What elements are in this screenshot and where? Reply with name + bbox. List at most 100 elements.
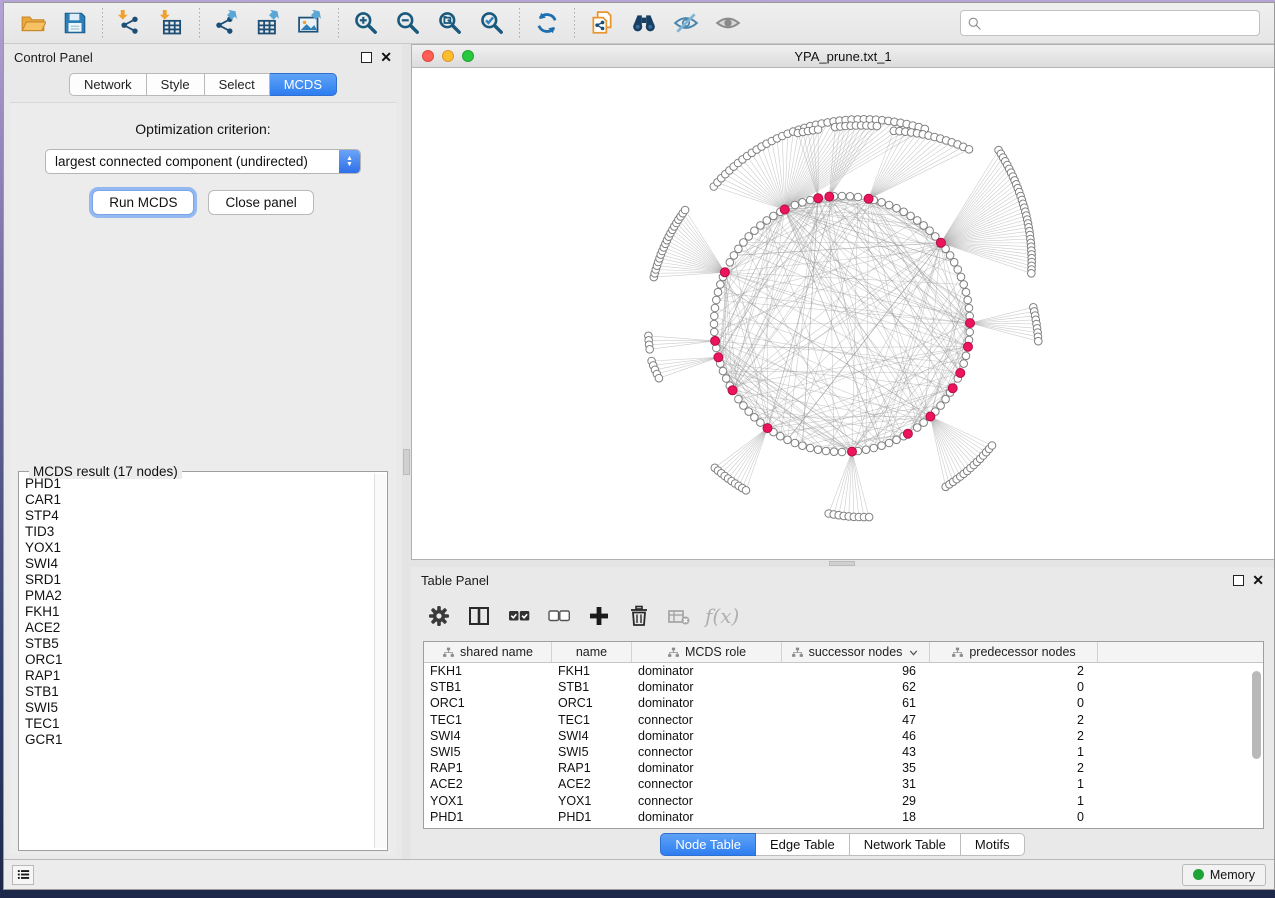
ring-node[interactable] — [791, 439, 799, 447]
import-network-button[interactable] — [113, 8, 147, 38]
result-node[interactable]: SWI4 — [25, 556, 373, 572]
chevron-down-icon[interactable] — [907, 646, 920, 659]
ring-node[interactable] — [799, 199, 807, 207]
result-node[interactable]: STB5 — [25, 636, 373, 652]
save-button[interactable] — [58, 8, 92, 38]
tab-select[interactable]: Select — [205, 73, 270, 96]
leaf-node[interactable] — [646, 346, 654, 354]
mcds-hub-node[interactable] — [728, 386, 737, 395]
network-titlebar[interactable]: YPA_prune.txt_1 — [412, 45, 1274, 68]
mcds-hub-node[interactable] — [814, 194, 823, 203]
gear-button[interactable] — [421, 599, 457, 633]
result-node[interactable]: RAP1 — [25, 668, 373, 684]
close-panel-button[interactable]: ✕ — [380, 52, 392, 63]
tab-node-table[interactable]: Node Table — [660, 833, 756, 856]
copy-network-button[interactable] — [585, 8, 619, 38]
ring-node[interactable] — [942, 395, 950, 403]
result-node[interactable]: ORC1 — [25, 652, 373, 668]
zoom-selected-button[interactable] — [475, 8, 509, 38]
ring-node[interactable] — [960, 281, 968, 289]
table-row[interactable]: ORC1ORC1dominator610 — [424, 695, 1263, 711]
ring-node[interactable] — [900, 208, 908, 216]
result-node[interactable]: YOX1 — [25, 540, 373, 556]
result-node[interactable]: CAR1 — [25, 492, 373, 508]
mcds-hub-node[interactable] — [714, 353, 723, 362]
ring-node[interactable] — [822, 447, 830, 455]
ring-node[interactable] — [722, 375, 730, 383]
ring-node[interactable] — [962, 352, 970, 360]
trash-button[interactable] — [621, 599, 657, 633]
ring-node[interactable] — [846, 193, 854, 201]
search-box[interactable] — [960, 10, 1260, 36]
leaf-node[interactable] — [814, 126, 822, 134]
leaf-node[interactable] — [681, 206, 689, 214]
ring-node[interactable] — [711, 304, 719, 312]
ring-node[interactable] — [806, 196, 814, 204]
horizontal-splitter[interactable] — [411, 560, 1274, 567]
ring-node[interactable] — [806, 444, 814, 452]
ring-node[interactable] — [878, 442, 886, 450]
mcds-hub-node[interactable] — [926, 412, 935, 421]
ring-node[interactable] — [885, 201, 893, 209]
table-row[interactable]: YOX1YOX1connector291 — [424, 793, 1263, 809]
tab-network-table[interactable]: Network Table — [850, 833, 961, 856]
table-row[interactable]: PHD1PHD1dominator180 — [424, 809, 1263, 825]
leaf-node[interactable] — [865, 513, 873, 521]
table-row[interactable]: SWI4SWI4dominator462 — [424, 728, 1263, 744]
vertical-splitter[interactable] — [402, 44, 411, 859]
result-node[interactable]: ACE2 — [25, 620, 373, 636]
import-table-button[interactable] — [155, 8, 189, 38]
result-node[interactable]: STB1 — [25, 684, 373, 700]
ring-node[interactable] — [711, 312, 719, 320]
mcds-result-list[interactable]: PHD1CAR1STP4TID3YOX1SWI4SRD1PMA2FKH1ACE2… — [25, 476, 373, 848]
ring-node[interactable] — [763, 217, 771, 225]
result-node[interactable]: SRD1 — [25, 572, 373, 588]
ring-node[interactable] — [937, 402, 945, 410]
ring-node[interactable] — [913, 217, 921, 225]
ring-node[interactable] — [740, 239, 748, 247]
zoom-out-button[interactable] — [391, 8, 425, 38]
run-mcds-button[interactable]: Run MCDS — [92, 190, 194, 215]
ring-node[interactable] — [726, 259, 734, 267]
ring-node[interactable] — [719, 367, 727, 375]
ring-node[interactable] — [735, 245, 743, 253]
ring-node[interactable] — [711, 328, 719, 336]
hide-eye-button[interactable] — [669, 8, 703, 38]
table-row[interactable]: SWI5SWI5connector431 — [424, 744, 1263, 760]
ring-node[interactable] — [791, 201, 799, 209]
result-node[interactable]: SWI5 — [25, 700, 373, 716]
mcds-hub-node[interactable] — [966, 319, 975, 328]
close-panel-action-button[interactable]: Close panel — [208, 190, 313, 215]
network-canvas[interactable] — [412, 68, 1274, 559]
ring-node[interactable] — [913, 424, 921, 432]
memory-button[interactable]: Memory — [1182, 864, 1266, 886]
table-scrollbar[interactable] — [1252, 671, 1261, 759]
result-node[interactable]: FKH1 — [25, 604, 373, 620]
ring-node[interactable] — [854, 193, 862, 201]
float-table-panel-button[interactable] — [1233, 575, 1244, 586]
select-all-button[interactable] — [501, 599, 537, 633]
table-row[interactable]: FKH1FKH1dominator962 — [424, 663, 1263, 679]
ring-node[interactable] — [878, 199, 886, 207]
ring-node[interactable] — [830, 448, 838, 456]
ring-node[interactable] — [885, 439, 893, 447]
tab-network[interactable]: Network — [69, 73, 147, 96]
leaf-node[interactable] — [965, 146, 973, 154]
ring-node[interactable] — [950, 259, 958, 267]
leaf-node[interactable] — [1028, 270, 1036, 278]
ring-node[interactable] — [838, 192, 846, 200]
ring-node[interactable] — [710, 320, 718, 328]
column-header-name[interactable]: name — [552, 642, 632, 662]
result-node[interactable]: TID3 — [25, 524, 373, 540]
ring-node[interactable] — [964, 296, 972, 304]
ring-node[interactable] — [838, 448, 846, 456]
deselect-all-button[interactable] — [541, 599, 577, 633]
ring-node[interactable] — [870, 444, 878, 452]
export-table-button[interactable] — [252, 8, 286, 38]
mcds-hub-node[interactable] — [936, 238, 945, 247]
mcds-hub-node[interactable] — [711, 336, 720, 345]
zoom-fit-button[interactable] — [433, 8, 467, 38]
leaf-node[interactable] — [988, 442, 996, 450]
mcds-hub-node[interactable] — [825, 192, 834, 201]
export-network-button[interactable] — [210, 8, 244, 38]
